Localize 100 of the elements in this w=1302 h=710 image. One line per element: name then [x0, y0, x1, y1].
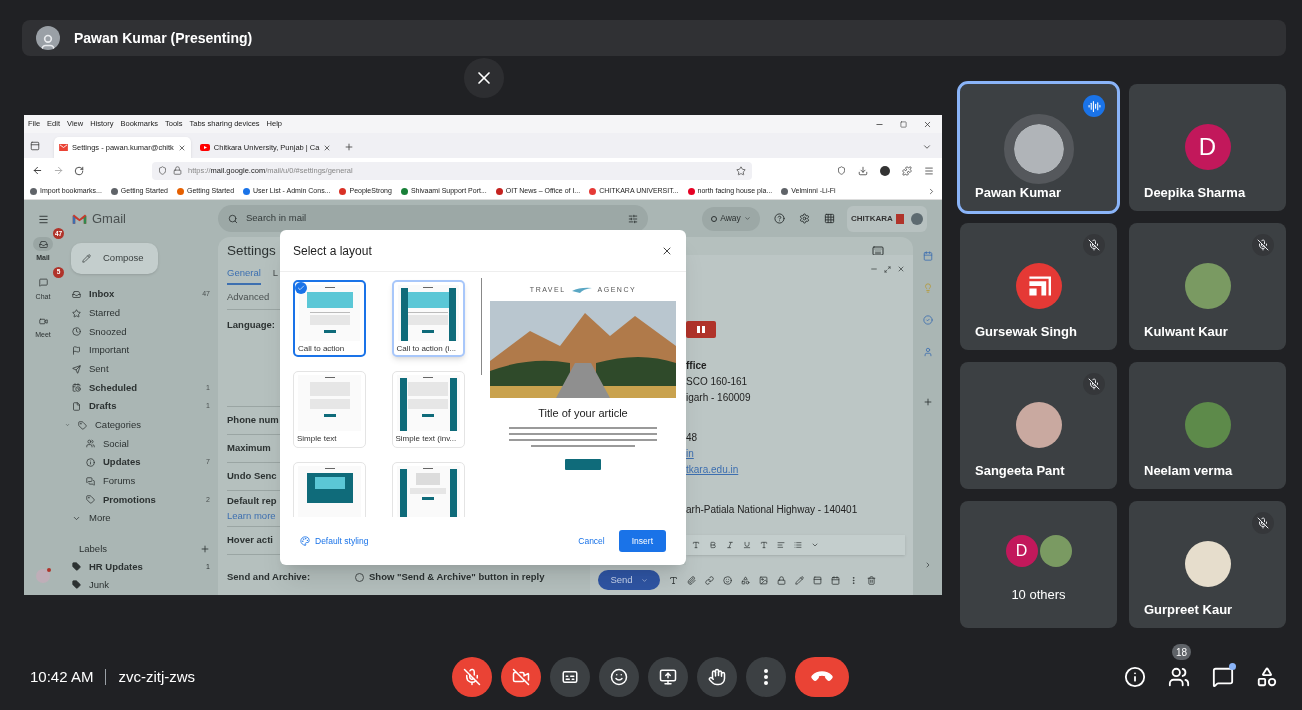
- italic-icon[interactable]: [726, 541, 734, 549]
- leave-call-button[interactable]: [794, 657, 849, 697]
- bold-icon[interactable]: [709, 541, 717, 549]
- calendar-icon[interactable]: [831, 575, 840, 585]
- pen-icon[interactable]: [795, 575, 804, 585]
- lock-icon[interactable]: [777, 575, 786, 585]
- chat-icon[interactable]: [1212, 666, 1234, 688]
- shield-icon[interactable]: [158, 166, 167, 175]
- layout-option[interactable]: Simple text (inv...: [391, 371, 465, 448]
- new-tab-icon[interactable]: [344, 142, 355, 152]
- participant-tile[interactable]: Gurpreet Kaur: [1129, 501, 1286, 628]
- font-size-icon[interactable]: [692, 541, 700, 549]
- scrollbar-thumb[interactable]: [481, 278, 482, 375]
- more-icon[interactable]: [849, 575, 858, 585]
- nav-item[interactable]: Sent: [62, 359, 218, 379]
- microphone-button[interactable]: [451, 657, 492, 697]
- link-icon[interactable]: [705, 575, 714, 585]
- nav-item[interactable]: Forums: [62, 471, 218, 491]
- keyboard-icon[interactable]: [872, 245, 884, 257]
- text-format-icon[interactable]: [669, 575, 678, 585]
- nav-item[interactable]: Important: [62, 341, 218, 360]
- close-tab-icon[interactable]: [323, 143, 332, 152]
- reload-icon[interactable]: [74, 165, 84, 176]
- more-options-button[interactable]: [745, 657, 786, 697]
- back-icon[interactable]: [32, 165, 43, 176]
- people-icon[interactable]: [1168, 666, 1190, 688]
- layout-option[interactable]: Call to action (i...: [391, 280, 465, 357]
- activities-icon[interactable]: [1256, 666, 1278, 688]
- participant-tile[interactable]: Gursewak Singh: [960, 223, 1117, 350]
- chevron-down-icon[interactable]: [922, 142, 932, 152]
- label-icon: [72, 562, 81, 572]
- chevron-down-icon[interactable]: [811, 541, 819, 549]
- rail-button[interactable]: [33, 237, 53, 251]
- present-button[interactable]: [647, 657, 688, 697]
- participant-tile[interactable]: D Deepika Sharma: [1129, 84, 1286, 211]
- expand-icon[interactable]: [884, 265, 891, 273]
- download-icon[interactable]: [858, 165, 868, 176]
- emoji-icon[interactable]: [723, 575, 732, 585]
- send-button[interactable]: Send: [598, 570, 660, 590]
- layout-label: Call to action (i...: [395, 343, 458, 355]
- info-icon[interactable]: [1124, 666, 1146, 688]
- palette-icon[interactable]: [300, 536, 310, 546]
- emoji-button[interactable]: [598, 657, 639, 697]
- raise-hand-button[interactable]: [696, 657, 737, 697]
- participant-tile[interactable]: Pawan Kumar: [960, 84, 1117, 211]
- participant-tile[interactable]: Kulwant Kaur: [1129, 223, 1286, 350]
- close-button[interactable]: [464, 58, 504, 98]
- tab-list-icon[interactable]: [30, 141, 40, 151]
- align-icon[interactable]: [777, 541, 785, 549]
- compose-button[interactable]: Compose: [71, 243, 158, 274]
- nav-item[interactable]: More: [62, 509, 218, 528]
- contacts-icon[interactable]: [922, 347, 933, 357]
- help-icon[interactable]: [774, 213, 785, 224]
- radio-label: Show "Send & Archive" button in reply: [369, 570, 545, 584]
- nav-item[interactable]: Categories: [62, 415, 218, 435]
- forward-icon[interactable]: [53, 165, 64, 176]
- more-bookmarks-icon[interactable]: [927, 186, 936, 196]
- nav-item[interactable]: Snoozed: [62, 322, 218, 342]
- paperclip-icon[interactable]: [687, 575, 696, 585]
- cancel-button[interactable]: Cancel: [572, 530, 611, 552]
- apps-grid-icon[interactable]: [824, 213, 835, 224]
- restore-icon[interactable]: [900, 120, 907, 128]
- layout-icon[interactable]: [813, 575, 822, 585]
- image-icon[interactable]: [759, 575, 768, 585]
- account-chip[interactable]: CHITKARA: [847, 205, 927, 232]
- text-color-icon[interactable]: [760, 541, 768, 549]
- settings-tab[interactable]: Advanced: [227, 289, 270, 305]
- default-styling-link[interactable]: Default styling: [315, 534, 369, 548]
- underline-icon[interactable]: [743, 541, 751, 549]
- menu-icon[interactable]: [924, 165, 934, 176]
- status-dropdown[interactable]: Away: [702, 206, 760, 231]
- label-item[interactable]: Junk: [62, 575, 218, 594]
- settings-icon[interactable]: [799, 213, 810, 224]
- captions-button[interactable]: [549, 657, 590, 697]
- settings-tab[interactable]: L: [272, 265, 279, 285]
- calendar-icon[interactable]: [922, 251, 933, 261]
- shield-icon[interactable]: [837, 166, 846, 175]
- participant-tile[interactable]: D 10 others: [960, 501, 1117, 628]
- setting-label: Language:: [227, 318, 276, 332]
- lock-icon[interactable]: [173, 166, 182, 175]
- profile-icon[interactable]: [880, 165, 890, 176]
- layout-option[interactable]: Simple text: [293, 371, 366, 448]
- extensions-icon[interactable]: [902, 165, 912, 176]
- bookmark-star-icon[interactable]: [736, 165, 746, 176]
- nav-item[interactable]: Social: [62, 434, 218, 454]
- add-icon[interactable]: [922, 397, 933, 407]
- participant-tile[interactable]: Neelam verma: [1129, 362, 1286, 489]
- nav-item[interactable]: Starred: [62, 303, 218, 323]
- close-icon[interactable]: [923, 119, 932, 129]
- layout-option[interactable]: Call to action: [293, 280, 366, 357]
- list-icon[interactable]: [794, 541, 802, 549]
- close-tab-icon[interactable]: [177, 143, 186, 152]
- participant-tile[interactable]: Sangeeta Pant: [960, 362, 1117, 489]
- add-label-icon[interactable]: [200, 543, 210, 554]
- filter-icon[interactable]: [628, 213, 638, 224]
- camera-button[interactable]: [500, 657, 541, 697]
- menu-icon[interactable]: [37, 214, 49, 225]
- search-field[interactable]: Search in mail: [218, 205, 648, 232]
- insert-button[interactable]: Insert: [618, 530, 666, 552]
- trash-icon[interactable]: [867, 575, 876, 585]
